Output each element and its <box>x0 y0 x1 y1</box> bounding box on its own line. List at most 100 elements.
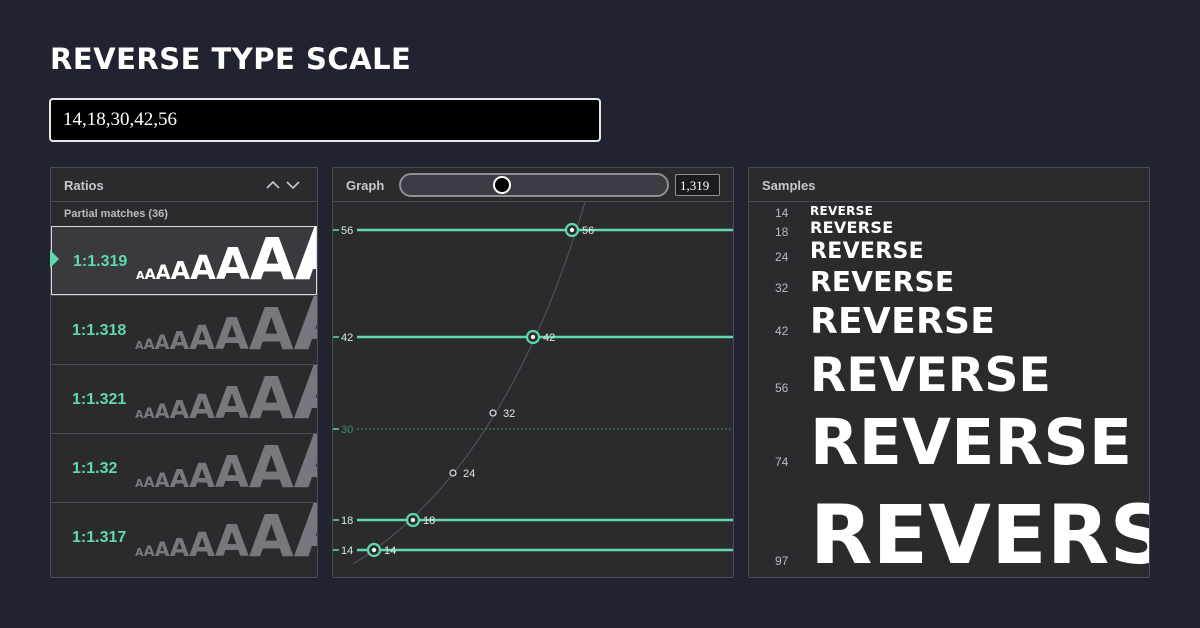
scale-point <box>449 469 457 477</box>
samples-title: Samples <box>762 178 816 193</box>
axis-label: 42 <box>341 332 353 344</box>
ratio-sample-glyphs: AAAAAAAA <box>135 295 317 363</box>
sample-text: REVERSE <box>810 301 996 342</box>
ratio-list: 1:1.319AAAAAAAA1:1.318AAAAAAAA1:1.321AAA… <box>51 226 317 571</box>
graph-title: Graph <box>346 178 385 193</box>
scale-point <box>489 409 497 417</box>
type-scale-input[interactable] <box>49 98 601 142</box>
sample-size-label: 97 <box>775 554 789 568</box>
ratio-sample-glyph: A <box>169 532 190 562</box>
ratio-sample-glyph: A <box>294 434 317 500</box>
ratio-sample-glyph: A <box>135 338 144 352</box>
axis-label: 18 <box>341 515 353 527</box>
ratios-header: Ratios <box>51 168 317 202</box>
sample-text: REVERSE <box>810 406 1133 479</box>
scale-curve <box>352 202 586 565</box>
ratio-sample-glyph: A <box>214 515 249 567</box>
ratio-row[interactable]: 1:1.321AAAAAAAA <box>51 364 317 433</box>
ratio-sample-glyph: A <box>143 543 155 560</box>
ratio-sample-glyph: A <box>154 330 170 354</box>
ratio-label: 1:1.317 <box>72 529 127 546</box>
scale-point-center <box>371 547 377 553</box>
ratio-sample-glyphs: AAAAAAAA <box>135 502 317 570</box>
ratio-sample-glyph: A <box>294 296 317 362</box>
ratio-sample-glyph: A <box>189 386 215 426</box>
ratio-sample-glyph: A <box>155 260 171 284</box>
sample-size-label: 74 <box>775 455 789 469</box>
ratios-panel: Ratios Partial matches (36) 1:1.319 AAAAA… <box>50 167 318 578</box>
ratio-sample-glyph: A <box>154 399 170 423</box>
ratio-slider[interactable] <box>399 173 669 197</box>
ratio-sample-glyph: A <box>189 524 215 564</box>
sample-text: REVERSE <box>810 204 874 218</box>
point-label: 24 <box>463 468 475 480</box>
ratio-sample-glyph: A <box>170 255 191 285</box>
point-label: 32 <box>503 408 515 420</box>
ratio-slider-thumb[interactable] <box>492 176 511 194</box>
point-label: 56 <box>582 225 594 237</box>
ratio-sample-glyph: A <box>143 336 155 353</box>
ratio-label: 1:1.321 <box>72 391 127 408</box>
ratio-sample-glyph: A <box>214 377 249 429</box>
ratio-sample-glyphs: AAAAAAAA <box>135 364 317 432</box>
sample-size-label: 18 <box>775 225 789 239</box>
ratio-value-field[interactable]: 1,319 <box>675 174 720 196</box>
samples-panel: Samples 14 REVERSE 18 REVERSE 24 REVERSE 32 REV… <box>748 167 1150 578</box>
ratio-sample-glyph: A <box>295 227 316 292</box>
chevron-down-icon[interactable] <box>285 178 301 192</box>
sample-size-label: 24 <box>775 250 789 264</box>
ratio-sample-glyph: A <box>143 474 155 491</box>
ratio-sample-glyph: A <box>135 407 144 421</box>
ratio-sample-glyph: A <box>294 365 317 431</box>
ratio-label: 1:1.32 <box>72 460 118 477</box>
ratio-sample-glyph: A <box>248 295 294 363</box>
ratio-sample-glyph: A <box>190 247 216 287</box>
ratio-sample-glyph: A <box>135 545 144 559</box>
ratio-sample-glyph: A <box>189 317 215 357</box>
partial-matches-label: Partial matches (36) <box>64 208 168 220</box>
ratio-sample-glyph: A <box>249 226 295 293</box>
ratio-sample-glyphs: AAAAAAAA <box>136 226 316 293</box>
ratio-sample-glyph: A <box>135 476 144 490</box>
sample-text: REVERSE <box>810 218 894 237</box>
axis-label: 30 <box>341 424 353 436</box>
sample-size-label: 32 <box>775 281 789 295</box>
axis-label: 56 <box>341 225 353 237</box>
app-title: REVERSE TYPE SCALE <box>50 42 412 76</box>
ratio-sample-glyph: A <box>144 266 156 283</box>
sample-text: REVERSE <box>810 489 1149 578</box>
ratio-sample-glyphs: AAAAAAAA <box>135 433 317 501</box>
ratio-sample-glyph: A <box>136 268 145 282</box>
point-label: 14 <box>384 545 396 557</box>
graph-panel: Graph 1,319 56 42 30 18 14 56 42 32 24 18 14 <box>332 167 734 578</box>
sample-text: REVERSE <box>810 348 1052 403</box>
point-label: 18 <box>423 515 435 527</box>
scale-point-center <box>410 517 416 523</box>
ratio-sample-glyph: A <box>154 468 170 492</box>
ratio-sample-glyph: A <box>214 446 249 498</box>
sample-text: REVERSE <box>810 265 955 298</box>
ratio-sample-glyph: A <box>248 502 294 570</box>
ratio-sample-glyph: A <box>248 364 294 432</box>
ratio-sample-glyph: A <box>189 455 215 495</box>
ratio-sample-glyph: A <box>154 537 170 561</box>
ratio-label: 1:1.318 <box>72 322 127 339</box>
ratios-title: Ratios <box>64 178 104 193</box>
ratio-sample-glyph: A <box>169 325 190 355</box>
point-label: 42 <box>543 332 555 344</box>
samples-header: Samples <box>749 168 1149 202</box>
ratio-sample-glyph: A <box>143 405 155 422</box>
graph-header: Graph 1,319 <box>333 168 733 202</box>
ratio-row[interactable]: 1:1.319AAAAAAAA <box>51 226 317 295</box>
ratio-sample-glyph: A <box>215 238 250 290</box>
ratio-sample-glyph: A <box>169 394 190 424</box>
sample-size-label: 42 <box>775 324 789 338</box>
ratio-row[interactable]: 1:1.317AAAAAAAA <box>51 502 317 571</box>
ratio-row[interactable]: 1:1.318 AAAAAAAA <box>51 295 317 364</box>
ratio-row[interactable]: 1:1.32 AAAAAAAA <box>51 433 317 502</box>
ratio-sample-glyph: A <box>294 503 317 569</box>
selected-indicator-icon <box>50 250 59 268</box>
ratio-sample-glyph: A <box>248 433 294 501</box>
chevron-up-icon[interactable] <box>265 178 281 192</box>
sample-size-label: 56 <box>775 381 789 395</box>
